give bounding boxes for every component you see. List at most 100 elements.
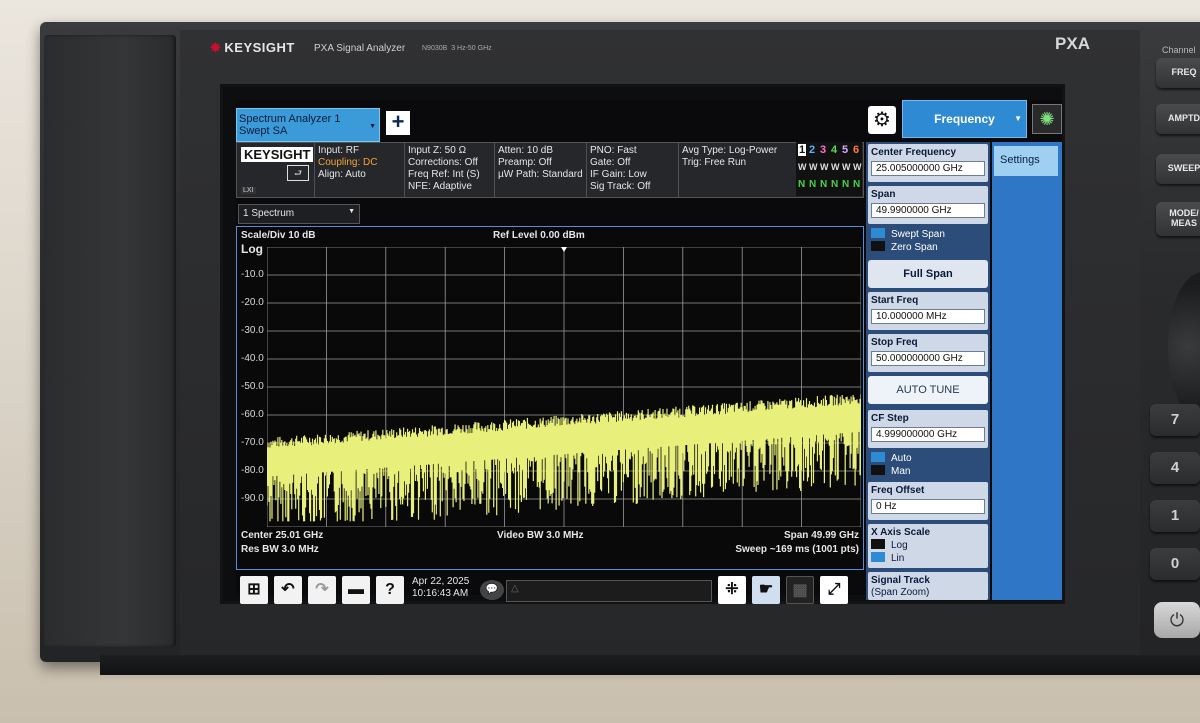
system-settings-button[interactable]: ⚙	[868, 106, 896, 134]
video-bw-readout: Video BW 3.0 MHz	[497, 530, 584, 541]
trace-6-type: W	[853, 162, 862, 172]
radio-on-icon	[871, 452, 885, 462]
trace-1-number[interactable]: 1	[798, 144, 807, 156]
radio-off-icon	[871, 539, 885, 549]
uw-path-setting: µW Path: Standard	[498, 169, 583, 180]
bottom-shelf	[100, 655, 1200, 675]
window-selector[interactable]: 1 Spectrum ▼	[238, 204, 360, 224]
cf-step-key[interactable]: CF Step 4.999000000 GHz	[868, 410, 988, 448]
center-frequency-readout: Center 25.01 GHz	[241, 530, 324, 541]
scale-per-div: Scale/Div 10 dB	[241, 230, 316, 241]
preamp-setting: Preamp: Off	[498, 157, 552, 168]
auto-tune-button[interactable]: AUTO TUNE	[868, 376, 988, 404]
frequency-menu-tab[interactable]: Frequency ▼	[902, 100, 1027, 138]
touch-hand-icon: ☛	[758, 581, 774, 598]
menu-tab-column: Settings	[992, 142, 1062, 600]
center-frequency-field[interactable]: 25.005000000 GHz	[871, 161, 985, 176]
trace-4-number[interactable]: 4	[831, 144, 837, 156]
full-span-button[interactable]: Full Span	[868, 260, 988, 288]
mode-tab-name: Spectrum Analyzer 1	[239, 113, 341, 125]
cf-step-mode-toggle[interactable]: Auto Man	[868, 450, 988, 478]
hard-keypad: Channel FREQ AMPTD SWEEP MODE/ MEAS 7 4 …	[1140, 40, 1200, 660]
cf-step-field[interactable]: 4.999000000 GHz	[871, 427, 985, 442]
remote-display-icon: ⮐	[287, 165, 309, 181]
freq-offset-field[interactable]: 0 Hz	[871, 499, 985, 514]
y-tick-label: -10.0	[241, 269, 264, 280]
start-freq-label: Start Freq	[871, 295, 919, 306]
numpad-1[interactable]: 1	[1150, 500, 1200, 532]
nfe-setting: NFE: Adaptive	[408, 181, 472, 192]
cf-auto-option[interactable]: Auto	[871, 452, 985, 465]
x-lin-option[interactable]: Lin	[871, 552, 985, 565]
measurement-info-bar[interactable]: KEYSIGHT ⮐ LXI Input: RF Coupling: DC Al…	[236, 142, 864, 198]
swept-span-option[interactable]: Swept Span	[871, 228, 985, 241]
trace-3-number[interactable]: 3	[820, 144, 826, 156]
frequency-softkey-panel: Center Frequency 25.005000000 GHz Span 4…	[866, 142, 990, 600]
mode-meas-hard-key[interactable]: MODE/ MEAS	[1156, 202, 1200, 236]
numpad-0[interactable]: 0	[1150, 548, 1200, 580]
x-axis-scale-key[interactable]: X Axis Scale Log Lin	[868, 524, 988, 568]
span-field[interactable]: 49.9900000 GHz	[871, 203, 985, 218]
span-type-toggle[interactable]: Swept Span Zero Span	[868, 226, 988, 254]
rotary-knob[interactable]	[1168, 272, 1200, 422]
spectrum-trace-plot[interactable]	[267, 247, 861, 527]
y-tick-label: -50.0	[241, 381, 264, 392]
info-input-z-column: Input Z: 50 Ω Corrections: Off Freq Ref:…	[405, 143, 495, 197]
multi-window-button[interactable]: ⁜	[718, 576, 746, 604]
file-button[interactable]: ▬	[342, 576, 370, 604]
coupling-setting: Coupling: DC	[318, 157, 378, 168]
redo-button[interactable]: ↷	[308, 576, 336, 604]
stop-freq-key[interactable]: Stop Freq 50.000000000 GHz	[868, 334, 988, 372]
info-atten-column: Atten: 10 dB Preamp: Off µW Path: Standa…	[495, 143, 587, 197]
window-layout-button[interactable]: ▦	[786, 576, 814, 604]
freq-hard-key[interactable]: FREQ	[1156, 58, 1200, 88]
span-key[interactable]: Span 49.9900000 GHz	[868, 186, 988, 224]
stop-freq-field[interactable]: 50.000000000 GHz	[871, 351, 985, 366]
power-button[interactable]: ⏻	[1154, 602, 1200, 638]
trace-status-panel[interactable]: 1WN2WN3WN4WN5WN6WN	[796, 142, 862, 196]
info-input-column: Input: RF Coupling: DC Align: Auto	[315, 143, 405, 197]
message-icon[interactable]: 💬	[480, 580, 504, 600]
spectrum-graph[interactable]: Scale/Div 10 dB Log Ref Level 0.00 dBm -…	[236, 226, 864, 570]
trace-5-number[interactable]: 5	[842, 144, 848, 156]
touch-button[interactable]: ☛	[752, 576, 780, 604]
zero-span-option[interactable]: Zero Span	[871, 241, 985, 254]
windows-start-button[interactable]: ⊞	[240, 576, 268, 604]
sweep-hard-key[interactable]: SWEEP	[1156, 154, 1200, 184]
help-button[interactable]: ?	[376, 576, 404, 604]
keysight-wave-icon: ✸	[210, 40, 222, 55]
start-freq-key[interactable]: Start Freq 10.000000 MHz	[868, 292, 988, 330]
undo-button[interactable]: ↶	[274, 576, 302, 604]
y-tick-label: -30.0	[241, 325, 264, 336]
amptd-hard-key[interactable]: AMPTD	[1156, 104, 1200, 134]
span-zoom-label: (Span Zoom)	[871, 587, 930, 598]
if-gain-setting: IF Gain: Low	[590, 169, 647, 180]
mode-tab[interactable]: Spectrum Analyzer 1 Swept SA ▼	[236, 108, 380, 142]
start-freq-field[interactable]: 10.000000 MHz	[871, 309, 985, 324]
trace-3-type: W	[820, 162, 829, 172]
trace-6-number[interactable]: 6	[853, 144, 859, 156]
cf-man-option[interactable]: Man	[871, 465, 985, 478]
atten-setting: Atten: 10 dB	[498, 145, 554, 156]
sweep-time-readout: Sweep ~169 ms (1001 pts)	[735, 544, 859, 555]
align-setting: Align: Auto	[318, 169, 366, 180]
trace-4-type: W	[831, 162, 840, 172]
lxi-badge: LXI	[241, 187, 256, 194]
numpad-7[interactable]: 7	[1150, 404, 1200, 436]
center-frequency-key[interactable]: Center Frequency 25.005000000 GHz	[868, 144, 988, 182]
radio-off-icon	[871, 465, 885, 475]
trace-2-number[interactable]: 2	[809, 144, 815, 156]
message-bar[interactable]: △	[506, 580, 712, 602]
maximize-button[interactable]: ⤢	[820, 576, 848, 604]
dropdown-arrow-icon: ▼	[1014, 114, 1022, 123]
signal-track-key[interactable]: Signal Track (Span Zoom)	[868, 572, 988, 600]
info-pno-column: PNO: Fast Gate: Off IF Gain: Low Sig Tra…	[587, 143, 679, 197]
numpad-4[interactable]: 4	[1150, 452, 1200, 484]
freq-offset-key[interactable]: Freq Offset 0 Hz	[868, 482, 988, 520]
settings-tab[interactable]: Settings	[994, 146, 1058, 176]
add-screen-button[interactable]: +	[386, 111, 410, 135]
folder-icon: ▬	[348, 581, 364, 598]
input-setting: Input: RF	[318, 145, 360, 156]
x-log-option[interactable]: Log	[871, 539, 985, 552]
res-bw-readout: Res BW 3.0 MHz	[241, 544, 319, 555]
